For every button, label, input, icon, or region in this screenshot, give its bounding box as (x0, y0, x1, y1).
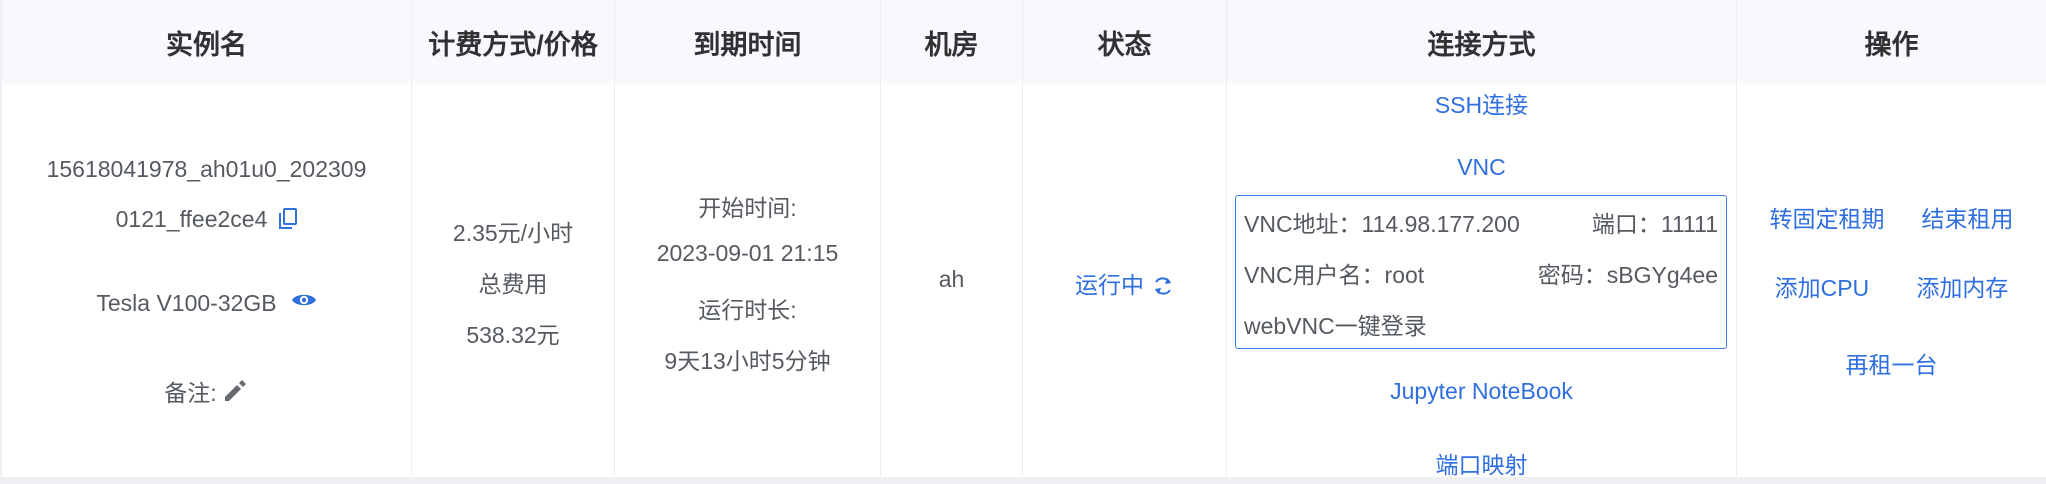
cell-instance: 15618041978_ah01u0_202309 0121_ffee2ce4 … (2, 84, 412, 477)
table-header: 实例名 计费方式/价格 到期时间 机房 状态 连接方式 操作 (2, 0, 2046, 84)
col-header-expiry: 到期时间 (615, 0, 881, 84)
webvnc-login-link[interactable]: webVNC一键登录 (1244, 307, 1718, 341)
vnc-address: VNC地址：114.98.177.200 (1244, 211, 1520, 237)
cell-billing: 2.35元/小时 总费用 538.32元 (412, 84, 615, 477)
col-header-instance-name: 实例名 (2, 0, 412, 84)
status-row[interactable]: 运行中 (1023, 266, 1226, 300)
vnc-address-row: VNC地址：114.98.177.200 端口：11111 (1244, 205, 1718, 239)
port-mapping-link[interactable]: 端口映射 (1227, 446, 1736, 480)
page: 实例名 计费方式/价格 到期时间 机房 状态 连接方式 操作 156180419… (0, 0, 2046, 484)
duration-value: 9天13小时5分钟 (664, 348, 831, 374)
col-header-room: 机房 (881, 0, 1023, 84)
table-bottom-border (0, 477, 2046, 484)
add-cpu-button[interactable]: 添加CPU (1775, 269, 1870, 303)
col-header-billing: 计费方式/价格 (412, 0, 615, 84)
jupyter-link[interactable]: Jupyter NoteBook (1227, 378, 1736, 405)
status-text: 运行中 (1075, 272, 1144, 298)
vnc-info-box: VNC地址：114.98.177.200 端口：11111 VNC用户名：roo… (1235, 195, 1727, 349)
ssh-link[interactable]: SSH连接 (1227, 86, 1736, 120)
vnc-port: 端口：11111 (1591, 211, 1718, 237)
vnc-password: 密码：sBGYg4ee (1537, 262, 1718, 288)
instance-name-line1: 15618041978_ah01u0_202309 (46, 156, 367, 182)
refresh-icon[interactable] (1152, 275, 1174, 297)
total-cost-label: 总费用 (478, 271, 548, 297)
eye-icon[interactable] (291, 288, 317, 306)
gpu-model: Tesla V100-32GB (96, 290, 277, 316)
vnc-credentials-row: VNC用户名：root 密码：sBGYg4ee (1244, 256, 1718, 290)
actions-row-2: 添加CPU 添加内存 (1737, 269, 2046, 303)
remark-row: 备注: (2, 374, 411, 408)
copy-icon[interactable] (279, 208, 298, 230)
cell-actions: 转固定租期 结束租用 添加CPU 添加内存 再租一台 (1737, 84, 2046, 477)
add-memory-button[interactable]: 添加内存 (1916, 269, 2008, 303)
cell-room: ah (881, 84, 1023, 477)
table-row: 15618041978_ah01u0_202309 0121_ffee2ce4 … (2, 84, 2046, 480)
remark-label: 备注: (164, 380, 217, 406)
start-time-value: 2023-09-01 21:15 (656, 240, 839, 266)
col-header-connection: 连接方式 (1227, 0, 1737, 84)
cell-status: 运行中 (1023, 84, 1227, 477)
gpu-row: Tesla V100-32GB (2, 288, 411, 317)
actions-row-1: 转固定租期 结束租用 (1737, 200, 2046, 234)
cell-connection: SSH连接 VNC VNC地址：114.98.177.200 端口：11111 … (1227, 84, 1737, 480)
vnc-link[interactable]: VNC (1227, 154, 1736, 181)
col-header-actions: 操作 (1864, 29, 1919, 60)
price-per-hour: 2.35元/小时 (452, 220, 574, 246)
rent-again-button[interactable]: 再租一台 (1737, 346, 2046, 380)
total-cost-value: 538.32元 (466, 322, 560, 348)
instance-name-line2: 0121_ffee2ce4 (115, 206, 268, 232)
cell-expiry: 开始时间: 2023-09-01 21:15 运行时长: 9天13小时5分钟 (615, 84, 881, 477)
duration-label: 运行时长: (698, 297, 797, 323)
pencil-icon[interactable] (221, 377, 249, 405)
vnc-username: VNC用户名：root (1244, 262, 1425, 288)
col-header-status: 状态 (1023, 0, 1227, 84)
instance-name-line2-row: 0121_ffee2ce4 (2, 206, 411, 233)
instance-table: 实例名 计费方式/价格 到期时间 机房 状态 连接方式 操作 156180419… (0, 0, 2046, 480)
end-rent-button[interactable]: 结束租用 (1922, 200, 2014, 234)
start-time-label: 开始时间: (698, 195, 797, 221)
room-value: ah (938, 266, 965, 292)
to-fixed-term-button[interactable]: 转固定租期 (1770, 200, 1885, 234)
